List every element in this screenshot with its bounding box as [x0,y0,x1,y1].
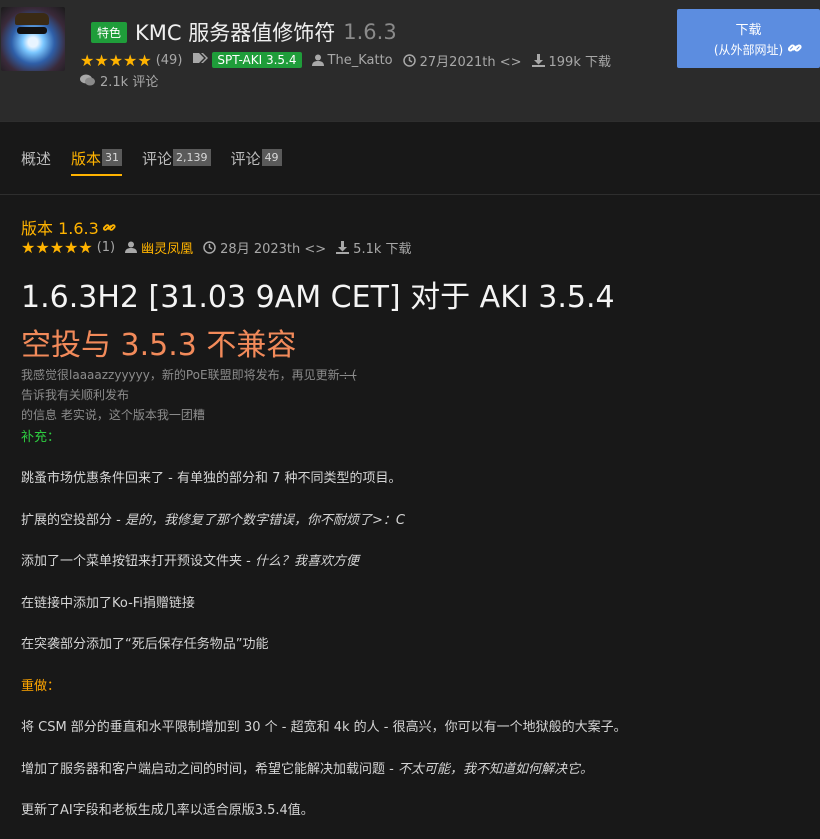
download-label[interactable]: 下载 [677,19,820,38]
featured-badge: 特色 [91,21,128,43]
tab-overview-label[interactable]: 概述 [21,148,51,169]
mod-header: 特色 KMC 服务器值修饰符 1.6.3 ★★★★★ (49) SPT-AKI … [0,0,820,121]
tab-reviews-label[interactable]: 评论 [231,148,261,169]
external-link-icon[interactable] [788,41,802,55]
changelog-item: 在突袭部分添加了“死后保存任务物品”功能 [21,633,268,652]
rework-item: 更新了AI字段和老板生成几率以适合原版3.5.4值。 [21,799,314,818]
download-button[interactable]: 下载 (从外部网址) [677,9,820,68]
version-author[interactable]: 幽灵凤凰 [125,238,193,257]
tab-versions-label[interactable]: 版本 [71,148,101,169]
comments-count-text[interactable]: 2.1k 评论 [100,71,158,90]
rework-item: 将 CSM 部分的垂直和水平限制增加到 30 个 - 超宽和 4k 的人 - 很… [21,716,627,735]
rework-item-comment: 不太可能，我不知道如何解决它。 [397,762,593,777]
mod-avatar[interactable] [1,7,65,71]
changelog-item-text: 添加了一个菜单按钮来打开预设文件夹 - [21,554,255,569]
author-name[interactable]: The_Katto [328,53,393,68]
changelog-item: 在链接中添加了Ko-Fi捐赠链接 [21,592,195,611]
version-downloads-text: 5.1k 下载 [353,241,412,257]
version-rating-count: (1) [96,239,116,255]
tab-versions[interactable]: 版本 31 [71,148,123,176]
tab-reviews-count: 49 [261,149,282,166]
changelog-item: 扩展的空投部分 - 是的，我修复了那个数字错误，你不耐烦了>：C [21,509,405,528]
mod-title: KMC 服务器值修饰符 [135,21,336,45]
tab-comments[interactable]: 评论 2,139 [142,148,211,176]
download-icon [336,240,350,254]
changelog-item-comment: 是的，我修复了那个数字错误，你不耐烦了>：C [124,513,405,528]
tab-comments-label[interactable]: 评论 [142,148,172,169]
main-content: 概述 版本 31 评论 2,139 评论 49 版本 1.6.3 ★★★★★ (… [0,121,820,839]
version-title: 1.6.3H2 [31.03 9AM CET] 对于 AKI 3.5.4 [21,280,615,315]
version-downloads: 5.1k 下载 [336,238,412,257]
rating-stars: ★★★★★ [80,50,152,70]
version-date: 28月 2023th <> [203,238,326,257]
rating-count[interactable]: (49) [156,53,183,68]
tab-bar: 概述 版本 31 评论 2,139 评论 49 [21,148,302,178]
author[interactable]: The_Katto [311,53,393,68]
rework-item-text: 增加了服务器和客户端启动之间的时间，希望它能解决加载问题 - [21,762,398,777]
download-count: 199k 下载 [531,51,611,70]
tab-reviews[interactable]: 评论 49 [231,148,282,176]
tab-versions-count: 31 [102,149,123,166]
mod-meta: ★★★★★ (49) SPT-AKI 3.5.4 The_Katto 27月20… [80,50,611,70]
user-icon [311,54,324,66]
download-icon [531,53,545,67]
changelog-item: 跳蚤市场优惠条件回来了 - 有单独的部分和 7 种不同类型的项目。 [21,467,402,486]
publish-date-text: 27月2021th <> [419,54,522,70]
note-line-2: 告诉我有关顺利发布 [21,388,130,402]
version-heading-text[interactable]: 版本 1.6.3 [21,215,99,239]
version-rating-stars: ★★★★★ [21,237,93,257]
tab-comments-count: 2,139 [173,149,211,166]
user-icon [125,241,138,253]
rework-item-text: 更新了AI字段和老板生成几率以适合原版3.5.4值。 [21,803,314,818]
game-version-badge[interactable]: SPT-AKI 3.5.4 [212,52,302,68]
changelog-item-text: 跳蚤市场优惠条件回来了 - 有单独的部分和 7 种不同类型的项目。 [21,471,402,486]
changelog-item-comment: 什么？我喜欢方便 [254,554,359,569]
permalink-icon[interactable] [102,221,116,234]
version-date-text: 28月 2023th <> [220,241,327,257]
title-row: 特色 KMC 服务器值修饰符 1.6.3 [90,17,397,47]
changelog-item: 添加了一个菜单按钮来打开预设文件夹 - 什么？我喜欢方便 [21,550,359,569]
mod-version: 1.6.3 [343,20,397,44]
note-line-1-strike: :-( [339,368,357,382]
clock-icon [203,240,216,254]
version-notes: 我感觉很laaaazzyyyyy，新的PoE联盟即将发布，再见更新 :-( 告诉… [21,365,356,425]
tab-overview[interactable]: 概述 [21,148,51,176]
version-meta: ★★★★★ (1) 幽灵凤凰 28月 2023th <> 5.1k 下载 [21,237,412,257]
changelog-item-text: 在链接中添加了Ko-Fi捐赠链接 [21,596,195,611]
tag-icon [192,52,209,68]
note-line-3: 的信息 老实说，这个版本我一团糟 [21,408,205,422]
comments-icon [80,74,95,86]
changelog-item-text: 在突袭部分添加了“死后保存任务物品”功能 [21,637,269,652]
additions-heading: 补充： [21,430,61,445]
rework-item: 增加了服务器和客户端启动之间的时间，希望它能解决加载问题 - 不太可能，我不知道… [21,758,593,777]
tabs-divider [0,194,820,195]
clock-icon [402,53,416,67]
comments-count[interactable]: 2.1k 评论 [80,70,158,90]
note-line-1: 我感觉很laaaazzyyyyy，新的PoE联盟即将发布，再见更新 :-( [21,365,356,385]
version-heading[interactable]: 版本 1.6.3 [21,215,116,239]
rework-item-text: 将 CSM 部分的垂直和水平限制增加到 30 个 - 超宽和 4k 的人 - 很… [21,720,627,735]
version-author-name[interactable]: 幽灵凤凰 [141,238,193,257]
changelog-item-text: 扩展的空投部分 - [21,513,125,528]
download-count-text: 199k 下载 [548,54,611,70]
note-line-1-text: 我感觉很laaaazzyyyyy，新的PoE联盟即将发布，再见更新 [21,368,340,382]
publish-date: 27月2021th <> [402,51,522,70]
rework-heading: 重做： [21,679,61,694]
version-subtitle: 空投与 3.5.3 不兼容 [21,328,297,363]
